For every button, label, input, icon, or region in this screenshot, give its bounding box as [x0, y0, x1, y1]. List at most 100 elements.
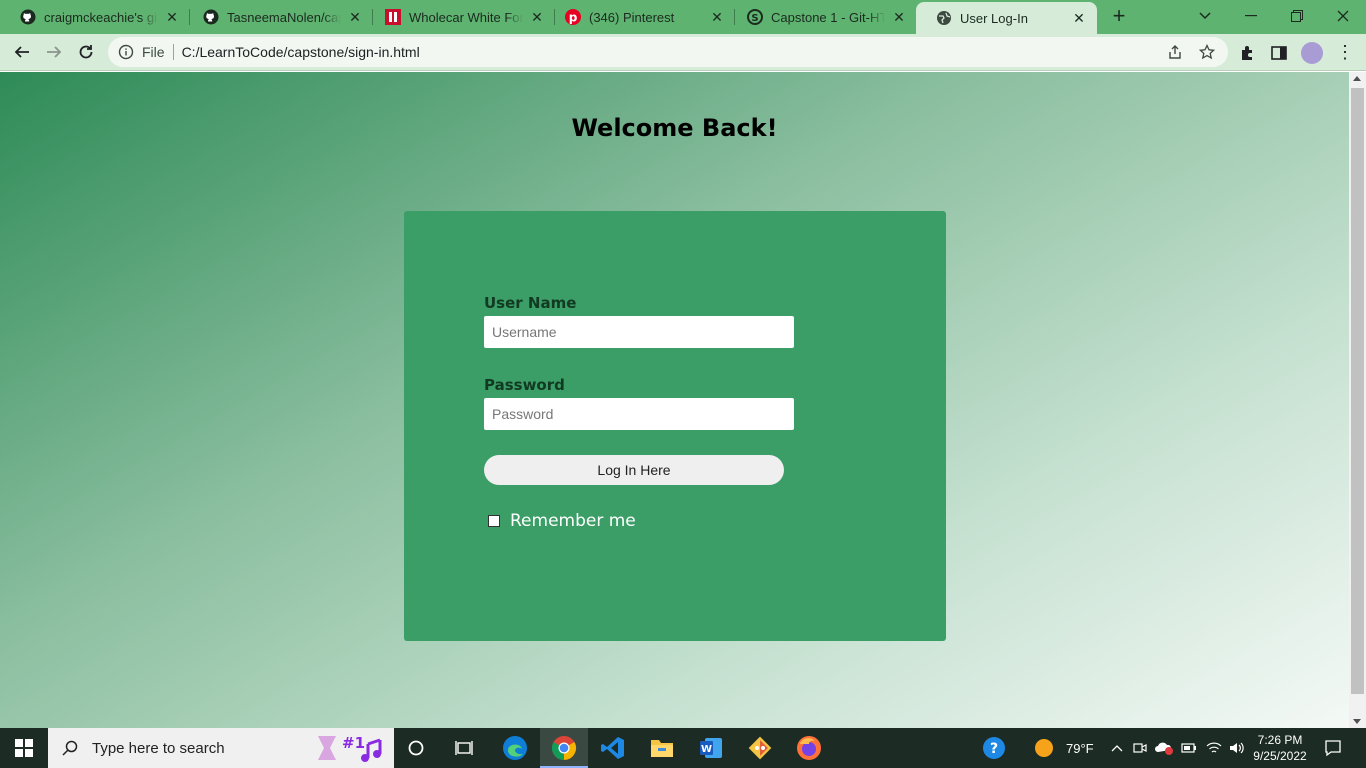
sharepoint-icon: S [747, 9, 763, 25]
close-tab-icon[interactable]: ✕ [347, 9, 363, 25]
password-input[interactable] [484, 398, 794, 430]
search-highlight-icon: #1 [318, 734, 382, 762]
clock-time: 7:26 PM [1257, 733, 1303, 747]
scroll-down-arrow-icon[interactable] [1353, 719, 1361, 724]
edge-taskbar-button[interactable] [491, 728, 539, 768]
address-divider [172, 44, 174, 60]
word-icon: W [700, 738, 722, 758]
tab-user-login[interactable]: User Log-In ✕ [916, 2, 1097, 34]
url-text[interactable]: C:/LearnToCode/capstone/sign-in.html [182, 44, 420, 60]
meet-now-tray-icon[interactable] [1131, 728, 1149, 768]
username-input[interactable] [484, 316, 794, 348]
help-icon: ? [983, 737, 1005, 759]
tab-title: craigmckeachie's gists [44, 9, 158, 25]
restore-button[interactable] [1274, 0, 1320, 32]
chrome-taskbar-button[interactable] [540, 728, 588, 768]
close-tab-icon[interactable]: ✕ [529, 9, 545, 25]
tab-capstone-git[interactable]: S Capstone 1 - Git-HTML ✕ [727, 0, 917, 34]
search-placeholder: Type here to search [92, 739, 225, 757]
forward-arrow-icon [47, 46, 62, 58]
svg-text:S: S [751, 13, 758, 24]
notification-icon [1325, 740, 1341, 757]
close-tab-icon[interactable]: ✕ [164, 9, 180, 25]
font-site-icon [385, 9, 401, 25]
github-icon [203, 9, 219, 25]
username-label: User Name [484, 294, 577, 312]
browser-toolbar: File C:/LearnToCode/capstone/sign-in.htm… [0, 34, 1366, 71]
globe-icon [936, 10, 952, 26]
scheme-label: File [142, 44, 165, 60]
chrome-icon [551, 736, 577, 760]
firefox-icon [797, 736, 821, 760]
sun-icon [1035, 739, 1053, 757]
new-tab-button[interactable]: + [1108, 5, 1130, 27]
firefox-taskbar-button[interactable] [785, 728, 833, 768]
back-button[interactable] [8, 38, 36, 66]
page-scrollbar[interactable] [1349, 72, 1366, 728]
tab-font[interactable]: Wholecar White Font ✕ [365, 0, 555, 34]
close-tab-icon[interactable]: ✕ [1071, 10, 1087, 26]
vscode-taskbar-button[interactable] [589, 728, 637, 768]
tab-title: Wholecar White Font [409, 9, 523, 25]
login-button[interactable]: Log In Here [484, 455, 784, 485]
extensions-puzzle-icon[interactable] [1239, 44, 1257, 62]
reload-button[interactable] [72, 38, 100, 66]
git-taskbar-button[interactable] [736, 728, 784, 768]
tab-title: User Log-In [960, 10, 1028, 26]
close-window-button[interactable] [1320, 0, 1366, 32]
scroll-thumb[interactable] [1351, 88, 1364, 694]
remember-me-label[interactable]: Remember me [510, 511, 636, 531]
remember-me-checkbox[interactable] [488, 515, 500, 527]
tab-strip: craigmckeachie's gists ✕ TasneemaNolen/c… [0, 0, 1366, 34]
volume-tray-icon[interactable] [1227, 728, 1247, 768]
bookmark-star-icon[interactable] [1199, 44, 1215, 60]
search-icon [62, 740, 78, 756]
start-button[interactable] [0, 728, 48, 768]
side-panel-icon[interactable] [1270, 44, 1288, 62]
svg-text:W: W [701, 744, 712, 755]
browser-menu-icon[interactable]: ⋮ [1336, 41, 1354, 63]
weather-temperature: 79°F [1066, 740, 1094, 756]
network-tray-icon[interactable] [1204, 728, 1224, 768]
tab-gists[interactable]: craigmckeachie's gists ✕ [0, 0, 190, 34]
onedrive-error-tray-icon[interactable] [1154, 728, 1176, 768]
scroll-up-arrow-icon[interactable] [1353, 76, 1361, 81]
info-icon[interactable] [118, 44, 134, 60]
cortana-circle-icon [408, 740, 424, 756]
taskbar-search[interactable]: Type here to search #1 [48, 728, 394, 768]
show-hidden-icons-button[interactable] [1108, 728, 1126, 768]
edge-icon [503, 736, 527, 760]
profile-avatar[interactable] [1301, 42, 1323, 64]
share-icon[interactable] [1167, 44, 1183, 60]
remember-me-row[interactable]: Remember me [488, 511, 636, 531]
close-tab-icon[interactable]: ✕ [891, 9, 907, 25]
tab-pinterest[interactable]: p (346) Pinterest ✕ [545, 0, 735, 34]
task-view-button[interactable] [442, 728, 486, 768]
windows-logo-icon [15, 739, 33, 757]
cortana-button[interactable] [394, 728, 438, 768]
svg-text:?: ? [990, 741, 998, 757]
vscode-icon [601, 737, 624, 759]
svg-text:p: p [569, 11, 578, 25]
file-explorer-icon [651, 740, 673, 757]
help-tray-button[interactable]: ? [980, 728, 1008, 768]
address-bar[interactable]: File C:/LearnToCode/capstone/sign-in.htm… [108, 37, 1228, 67]
battery-tray-icon[interactable] [1180, 728, 1198, 768]
taskbar-clock[interactable]: 7:26 PM 9/25/2022 [1250, 732, 1310, 764]
weather-widget[interactable]: 79°F [1034, 728, 1100, 768]
minimize-button[interactable] [1228, 0, 1274, 32]
word-taskbar-button[interactable]: W [687, 728, 735, 768]
tab-capstone-repo[interactable]: TasneemaNolen/capstone ✕ [183, 0, 373, 34]
login-card: User Name Password Log In Here Remember … [404, 211, 946, 641]
back-arrow-icon [14, 46, 29, 58]
tab-search-icon[interactable] [1182, 0, 1228, 32]
svg-text:#1: #1 [342, 734, 365, 752]
close-tab-icon[interactable]: ✕ [709, 9, 725, 25]
notifications-button[interactable] [1320, 728, 1346, 768]
windows-taskbar: Type here to search #1 W ? 79°F 7:26 PM … [0, 728, 1366, 768]
page-title: Welcome Back! [571, 114, 778, 142]
forward-button[interactable] [40, 38, 68, 66]
reload-icon [79, 45, 93, 59]
chevron-up-icon [1111, 745, 1123, 752]
file-explorer-taskbar-button[interactable] [638, 728, 686, 768]
